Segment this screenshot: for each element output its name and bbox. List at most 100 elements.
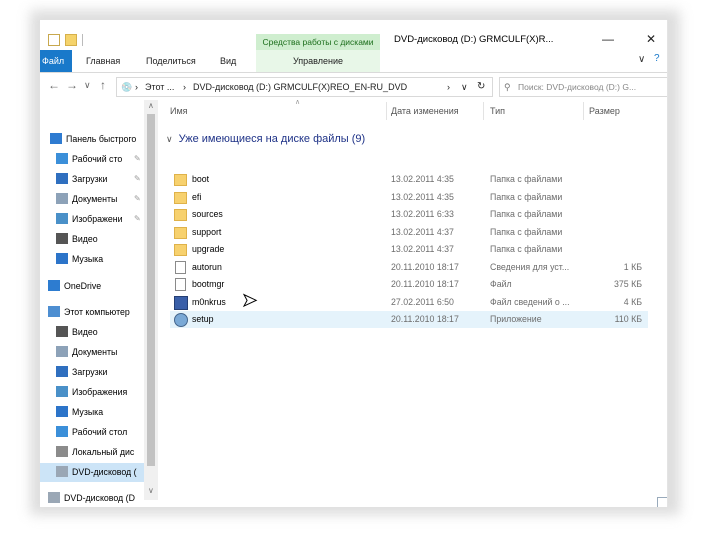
nav-item-label: Музыка [72, 254, 104, 264]
file-name: autorun [192, 261, 222, 272]
file-date: 20.11.2010 18:17 [391, 279, 459, 289]
folder-icon [174, 191, 187, 204]
file-row[interactable]: sources 13.02.2011 6:33 Папка с файлами [170, 206, 648, 223]
file-date: 27.02.2011 6:50 [391, 296, 454, 307]
column-divider[interactable] [483, 102, 484, 120]
nav-item[interactable]: Документы [40, 343, 144, 362]
tab-manage[interactable]: Управление [256, 50, 380, 72]
nav-item[interactable]: OneDrive [40, 277, 144, 296]
mouse-cursor-icon: ➤ [241, 290, 258, 311]
nav-item-label: DVD-дисковод (D [64, 493, 135, 503]
file-date: 20.11.2010 18:17 [391, 261, 459, 272]
scroll-thumb[interactable] [147, 114, 155, 466]
file-type: Файл [490, 279, 512, 289]
file-type: Папка с файлами [490, 191, 563, 202]
nav-item[interactable]: Видео [40, 323, 144, 342]
scroll-down-icon[interactable]: ∨ [148, 486, 154, 495]
nav-item[interactable]: Панель быстрого [40, 130, 144, 149]
address-dropdown-button[interactable]: ∨ [461, 82, 468, 93]
column-divider[interactable] [583, 102, 584, 120]
setup-app-icon [174, 313, 188, 327]
tab-view[interactable]: Вид [220, 56, 236, 66]
file-name: setup [192, 314, 214, 324]
nav-item[interactable]: Документы ✎ [40, 190, 144, 209]
file-name: sources [192, 209, 223, 219]
nav-item[interactable]: Рабочий сто ✎ [40, 150, 144, 169]
refresh-button[interactable]: ↻ [477, 81, 485, 92]
properties-icon[interactable] [48, 34, 60, 46]
file-type: Папка с файлами [490, 244, 563, 254]
file-row[interactable]: setup 20.11.2010 18:17 Приложение 110 КБ [170, 311, 648, 328]
pin-icon[interactable]: ✎ [134, 194, 141, 203]
column-name[interactable]: Имя [170, 106, 188, 116]
disk-icon [56, 446, 68, 457]
group-header[interactable]: ∨ Уже имеющиеся на диске файлы (9) [166, 133, 365, 145]
breadcrumb-dvd-drive[interactable]: DVD-дисковод (D:) GRMCULF(X)REO_EN-RU_DV… [193, 82, 407, 92]
title-bar: Средства работы с дисками DVD-дисковод (… [40, 20, 667, 50]
search-icon: ⚲ [504, 82, 511, 92]
forward-button[interactable]: → [66, 78, 78, 92]
pin-icon[interactable]: ✎ [134, 154, 141, 163]
file-row[interactable]: support 13.02.2011 4:37 Папка с файлами [170, 224, 648, 241]
file-date: 20.11.2010 18:17 [391, 314, 459, 324]
file-name: boot [192, 174, 210, 184]
ribbon-expand-button[interactable]: ∨ [638, 54, 645, 65]
column-size[interactable]: Размер [589, 106, 620, 116]
nav-item[interactable]: DVD-дисковод (D [40, 489, 144, 507]
file-row[interactable]: boot 13.02.2011 4:35 Папка с файлами [170, 171, 648, 188]
nav-item[interactable]: Загрузки [40, 363, 144, 382]
nav-item-label: Видео [72, 327, 98, 337]
chevron-down-icon[interactable]: ∨ [166, 134, 173, 144]
nav-item-label: Этот компьютер [64, 307, 130, 317]
nav-item[interactable]: Музыка [40, 403, 144, 422]
nav-item[interactable]: Локальный дис [40, 443, 144, 462]
settings-file-icon [175, 260, 186, 274]
minimize-button[interactable]: — [602, 32, 614, 46]
nav-item[interactable]: Изображения [40, 383, 144, 402]
folder-icon [174, 209, 187, 221]
column-date[interactable]: Дата изменения [391, 106, 459, 116]
dvd-icon [48, 492, 60, 503]
folder-icon [174, 226, 187, 239]
pictures-icon [56, 386, 68, 397]
address-box[interactable]: 💿 › Этот ... › DVD-дисковод (D:) GRMCULF… [116, 77, 493, 97]
file-row[interactable]: upgrade 13.02.2011 4:37 Папка с файлами [170, 241, 648, 258]
breadcrumb-this-pc[interactable]: Этот ... [145, 82, 174, 92]
pictures-icon [56, 213, 68, 224]
nav-item[interactable]: Этот компьютер [40, 303, 144, 322]
back-button[interactable]: ← [48, 78, 60, 92]
tab-share[interactable]: Поделиться [146, 56, 196, 66]
help-button[interactable]: ? [654, 53, 660, 64]
music-icon [56, 253, 68, 264]
file-row[interactable]: autorun 20.11.2010 18:17 Сведения для уст.… [170, 259, 648, 276]
new-folder-icon[interactable] [65, 34, 77, 46]
file-row[interactable]: efi 13.02.2011 4:35 Папка с файлами [170, 189, 648, 206]
nav-item[interactable]: Загрузки ✎ [40, 170, 144, 189]
nav-item[interactable]: DVD-дисковод ( [40, 463, 144, 482]
video-icon [56, 326, 68, 337]
column-divider[interactable] [386, 102, 387, 120]
tab-file[interactable]: Файл [40, 50, 72, 72]
nav-item[interactable]: Рабочий стол [40, 423, 144, 442]
desktop-icon [56, 426, 68, 437]
folder-icon [174, 244, 187, 256]
view-toggle-icon[interactable] [657, 497, 667, 507]
download-icon [56, 366, 68, 377]
scroll-up-icon[interactable]: ∧ [148, 101, 154, 110]
close-button[interactable]: ✕ [646, 32, 656, 46]
nav-scrollbar[interactable]: ∧ ∨ [144, 100, 158, 500]
info-file-icon [174, 295, 188, 310]
nav-item[interactable]: Видео [40, 230, 144, 249]
nav-item[interactable]: Изображени ✎ [40, 210, 144, 229]
file-name: m0nkrus [192, 296, 226, 307]
up-button[interactable]: ↑ [100, 78, 106, 92]
nav-item[interactable]: Музыка [40, 250, 144, 269]
tab-home[interactable]: Главная [86, 56, 120, 66]
recent-locations-button[interactable]: ∨ [84, 80, 91, 91]
toolbar-divider [82, 34, 83, 46]
pin-icon[interactable]: ✎ [134, 214, 141, 223]
pin-icon[interactable]: ✎ [134, 174, 141, 183]
column-type[interactable]: Тип [490, 106, 505, 116]
nav-item-label: Документы [72, 194, 118, 204]
search-input[interactable]: ⚲ Поиск: DVD-дисковод (D:) G... [499, 77, 667, 97]
